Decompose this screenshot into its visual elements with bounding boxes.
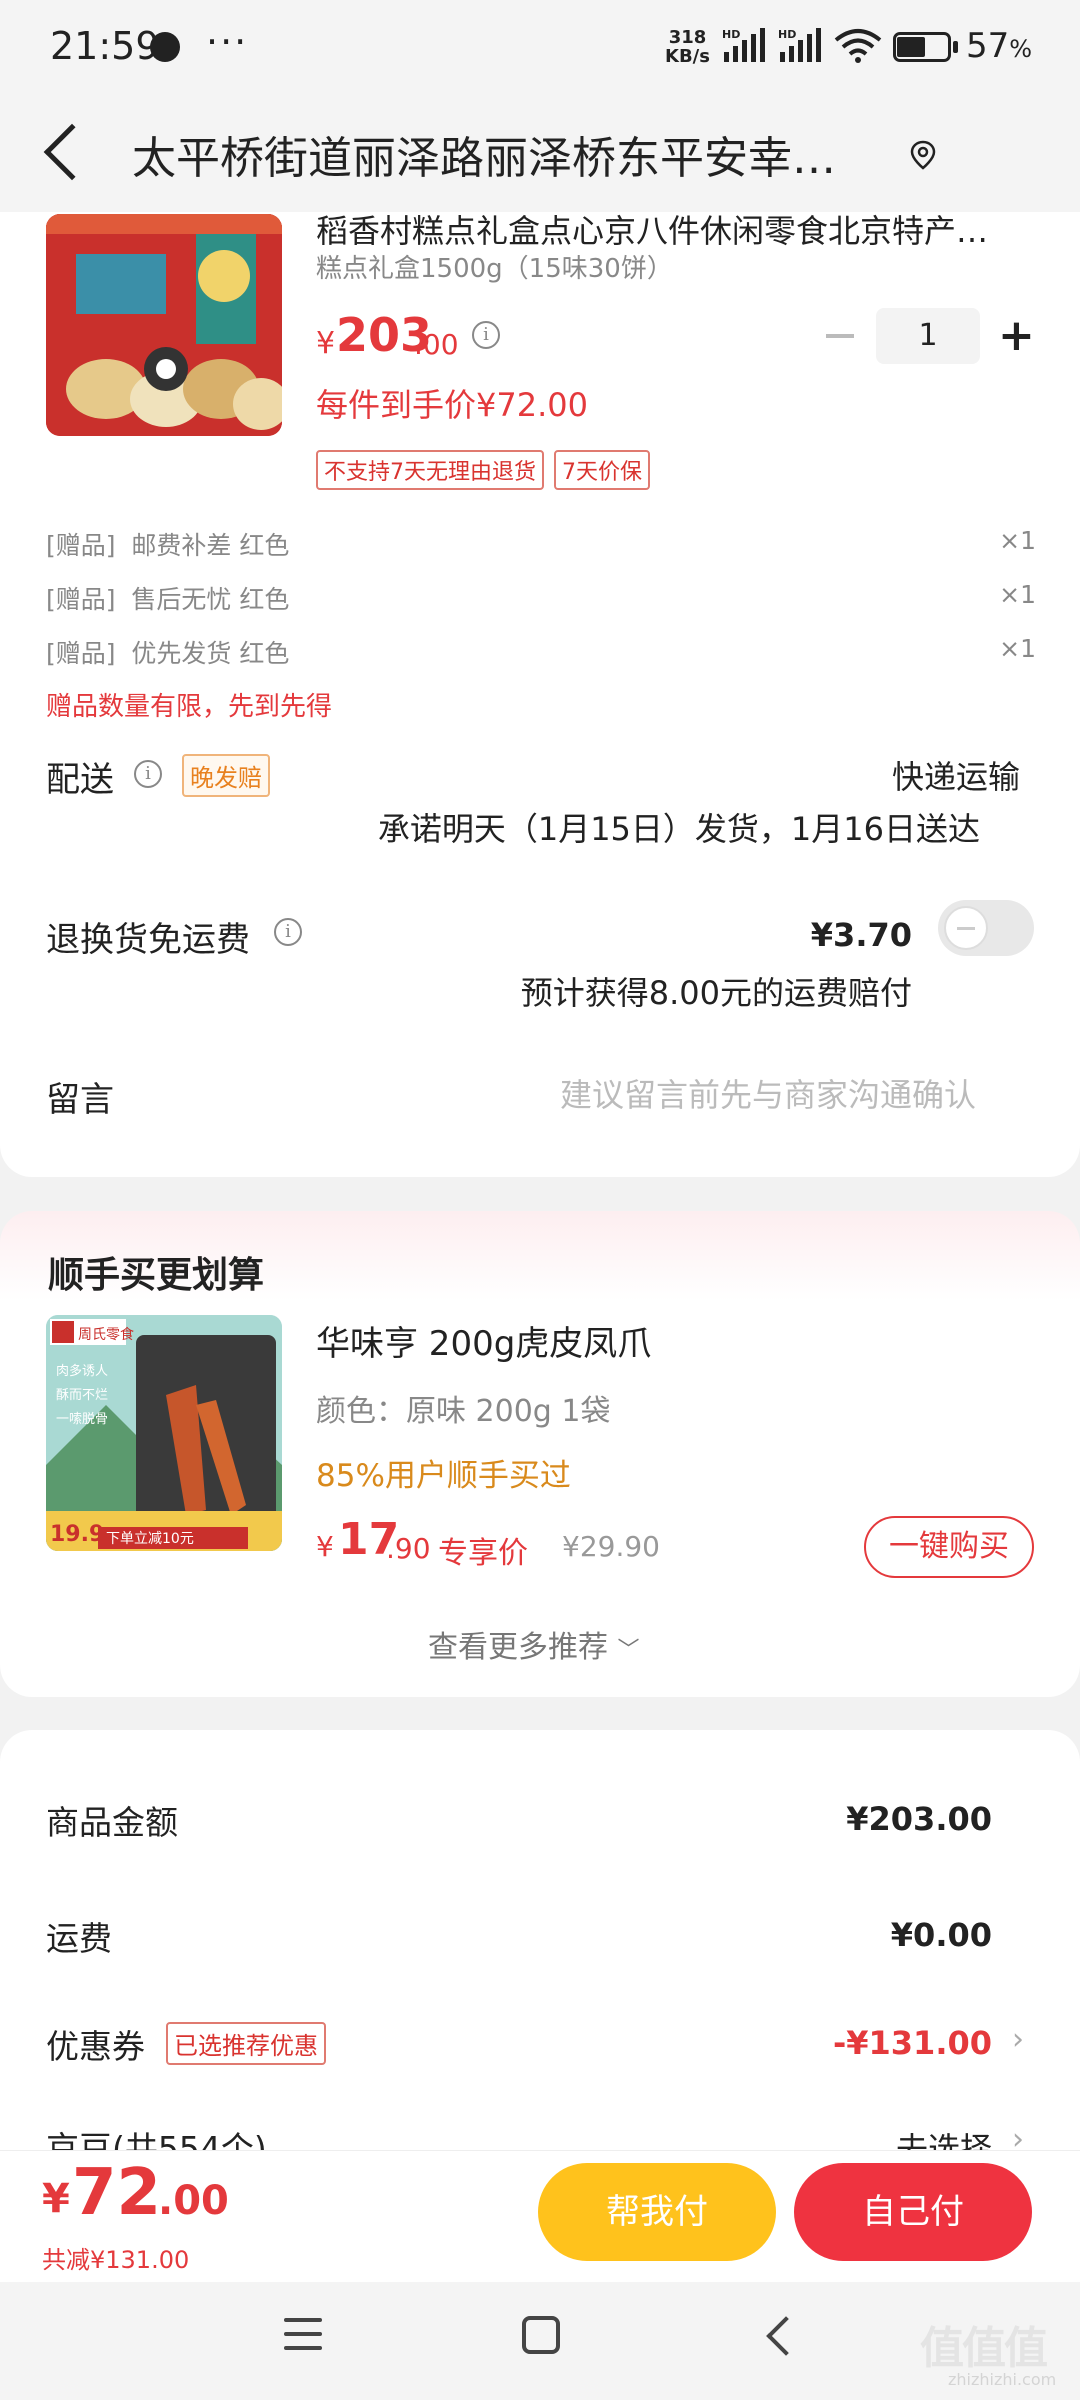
return-shipping-price: ¥3.70	[810, 916, 912, 954]
summary-coupon-label: 优惠券	[46, 2027, 145, 2066]
gift-label: [赠品]	[46, 639, 116, 668]
hd-label-2: HD	[778, 28, 796, 41]
img-bullet: 酥而不烂	[56, 1388, 108, 1403]
toggle-knob	[944, 906, 988, 950]
product-name[interactable]: 稻香村糕点礼盒点心京八件休闲零食北京特产…	[316, 206, 1036, 252]
recommend-price-currency: ¥	[316, 1530, 334, 1563]
price-currency: ¥	[316, 326, 336, 361]
delivery-method[interactable]: 快递运输	[892, 752, 1020, 798]
gift-label: [赠品]	[46, 531, 116, 560]
product-image[interactable]	[46, 214, 282, 436]
total-integer: 72	[72, 2156, 162, 2230]
message-label: 留言	[46, 1080, 114, 1120]
img-bullet: 一嗦脱骨	[56, 1412, 108, 1427]
summary-goods-label: 商品金额	[46, 1803, 178, 1842]
gift-name: 优先发货 红色	[131, 639, 290, 668]
signal-icon-1: HD	[722, 28, 765, 62]
increase-quantity-button[interactable]: +	[998, 308, 1035, 364]
watermark-url: zhizhizhi.com	[948, 2370, 1057, 2389]
location-pin-icon[interactable]	[908, 140, 938, 170]
see-more-recommendations[interactable]: 查看更多推荐 ﹀	[428, 1622, 640, 1666]
gift-qty: ×1	[999, 634, 1036, 663]
img-brand: 周氏零食	[78, 1326, 134, 1343]
summary-goods-value: ¥203.00	[846, 1800, 992, 1838]
battery-tip	[953, 41, 958, 53]
network-speed-unit: KB/s	[665, 46, 710, 67]
message-input[interactable]: 建议留言前先与商家沟通确认	[560, 1070, 976, 1116]
img-promo: 下单立减10元	[106, 1531, 194, 1547]
gift-row: [赠品] 优先发货 红色 ×1	[46, 634, 1036, 670]
gift-row: [赠品] 邮费补差 红色 ×1	[46, 526, 1036, 562]
hd-label-1: HD	[722, 28, 740, 41]
delivery-promise: 承诺明天（1月15日）发货，1月16日送达	[377, 810, 980, 848]
network-speed: 318 KB/s	[665, 28, 710, 66]
chevron-down-icon: ﹀	[617, 1638, 640, 1663]
price-info-icon[interactable]: i	[472, 321, 500, 349]
decrease-quantity-button[interactable]	[826, 334, 854, 338]
return-shipping-label: 退换货免运费	[46, 920, 250, 960]
recommend-product-image[interactable]: 周氏零食 肉多诱人 酥而不烂 一嗦脱骨 19.9 下单立减10元	[46, 1315, 282, 1551]
menu-icon[interactable]	[284, 2318, 322, 2360]
help-me-pay-button[interactable]: 帮我付	[538, 2163, 776, 2261]
price-protect-tag: 7天价保	[554, 450, 650, 490]
delivery-info-icon[interactable]: i	[134, 760, 162, 788]
battery-percent: 57%	[966, 26, 1033, 66]
recommend-users-stat: 85%用户顺手买过	[316, 1458, 571, 1494]
no-return-tag: 不支持7天无理由退货	[316, 450, 544, 490]
network-speed-value: 318	[668, 27, 707, 48]
gift-name: 邮费补差 红色	[131, 531, 290, 560]
chevron-right-icon[interactable]: ›	[1012, 2022, 1024, 2057]
total-currency: ¥	[42, 2176, 70, 2222]
summary-coupon-value[interactable]: -¥131.00	[833, 2024, 992, 2062]
summary-shipping-label: 运费	[46, 1919, 112, 1958]
return-shipping-info-icon[interactable]: i	[274, 918, 302, 946]
quantity-input[interactable]: 1	[876, 308, 980, 364]
pay-myself-button[interactable]: 自己付	[794, 2163, 1032, 2261]
price-decimal: .00	[414, 328, 459, 361]
recommend-product-spec: 颜色：原味 200g 1袋	[316, 1394, 611, 1429]
recommend-title: 顺手买更划算	[48, 1255, 265, 1296]
total-decimal: .00	[158, 2178, 229, 2224]
exclusive-price-label: 专享价	[438, 1536, 528, 1571]
gift-note: 赠品数量有限，先到先得	[46, 692, 333, 722]
gift-row: [赠品] 售后无忧 红色 ×1	[46, 580, 1036, 616]
recommend-product-name[interactable]: 华味亨 200g虎皮凤爪	[316, 1316, 651, 1365]
alarm-icon	[150, 32, 180, 62]
more-notifications-icon: ···	[206, 20, 249, 64]
deal-price: 每件到手价¥72.00	[316, 386, 588, 424]
home-icon[interactable]	[522, 2316, 560, 2354]
gift-qty: ×1	[999, 526, 1036, 555]
img-bullet: 肉多诱人	[56, 1363, 108, 1379]
battery-fill	[897, 37, 925, 57]
img-price: 19.9	[50, 1522, 104, 1547]
watermark-logo: 值值值	[920, 2323, 1048, 2374]
total-saved: 共减¥131.00	[42, 2246, 190, 2274]
delivery-label: 配送	[46, 760, 114, 800]
late-compensation-tag: 晚发赔	[182, 754, 270, 797]
status-time: 21:59	[50, 24, 160, 68]
wifi-icon	[834, 29, 882, 63]
address-title[interactable]: 太平桥街道丽泽路丽泽桥东平安幸…	[132, 122, 902, 186]
gift-qty: ×1	[999, 580, 1036, 609]
return-shipping-note: 预计获得8.00元的运费赔付	[520, 974, 912, 1012]
one-click-buy-button[interactable]: 一键购买	[864, 1516, 1034, 1578]
summary-shipping-value: ¥0.00	[890, 1916, 992, 1954]
original-price: ¥29.90	[562, 1530, 660, 1563]
recommend-price-decimal: .90	[386, 1532, 431, 1565]
coupon-selected-tag: 已选推荐优惠	[166, 2022, 326, 2065]
product-spec: 糕点礼盒1500g（15味30饼）	[316, 254, 673, 284]
signal-icon-2: HD	[778, 28, 821, 62]
gift-label: [赠品]	[46, 585, 116, 614]
gift-name: 售后无忧 红色	[131, 585, 290, 614]
